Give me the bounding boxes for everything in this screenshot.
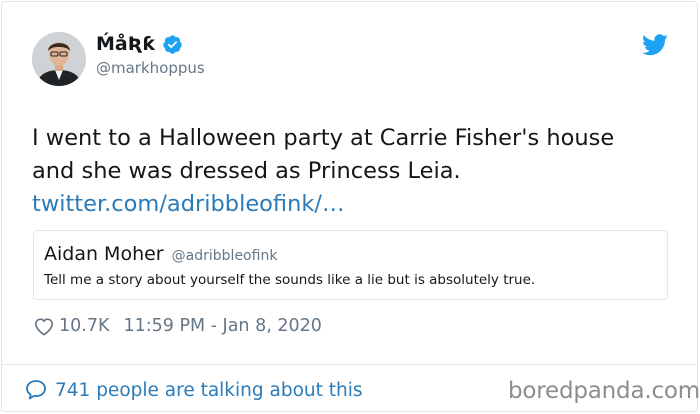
heart-icon[interactable] xyxy=(33,316,55,336)
divider xyxy=(1,364,698,365)
quoted-author-name: Aidan Moher xyxy=(44,243,164,265)
verified-badge-icon xyxy=(163,35,182,54)
quoted-tweet-author[interactable]: Aidan Moher @adribbleofink xyxy=(44,243,277,267)
conversation-link[interactable]: 741 people are talking about this xyxy=(24,376,363,404)
tweet-meta: 10.7K 11:59 PM - Jan 8, 2020 xyxy=(33,314,322,338)
tweet-text: I went to a Halloween party at Carrie Fi… xyxy=(32,122,672,221)
timestamp[interactable]: 11:59 PM - Jan 8, 2020 xyxy=(123,316,321,336)
tweet-link[interactable]: twitter.com/adribbleofink/… xyxy=(32,188,672,221)
like-count[interactable]: 10.7K xyxy=(59,316,109,336)
conversation-text: 741 people are talking about this xyxy=(55,379,363,401)
twitter-bird-icon[interactable] xyxy=(642,34,668,56)
quoted-author-handle: @adribbleofink xyxy=(171,248,278,264)
watermark: boredpanda.com xyxy=(508,378,700,404)
avatar[interactable] xyxy=(32,32,86,86)
tweet-text-line: and she was dressed as Princess Leia. xyxy=(32,158,461,184)
display-name[interactable]: ḾåƦƙ xyxy=(96,33,155,55)
tweet-text-line: I went to a Halloween party at Carrie Fi… xyxy=(32,125,615,151)
user-handle[interactable]: @markhoppus xyxy=(96,59,205,77)
quoted-tweet[interactable]: Aidan Moher @adribbleofink Tell me a sto… xyxy=(33,230,668,300)
quoted-tweet-text: Tell me a story about yourself the sound… xyxy=(44,272,536,288)
speech-bubble-icon xyxy=(26,380,46,400)
